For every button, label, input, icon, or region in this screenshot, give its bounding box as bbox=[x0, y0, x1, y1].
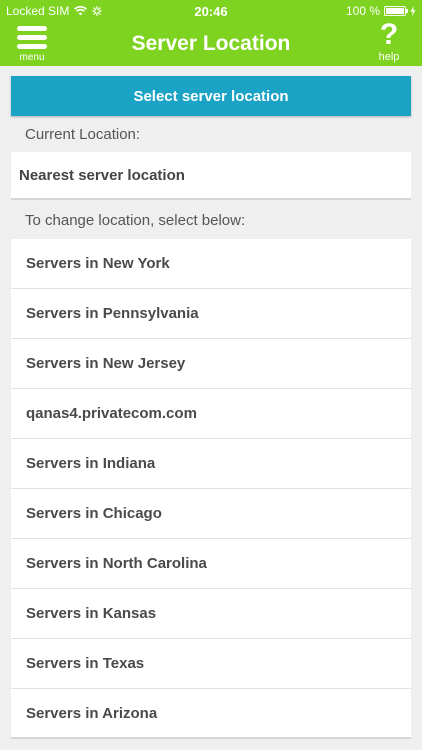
question-mark-icon: ? bbox=[379, 18, 399, 51]
server-item-kansas[interactable]: Servers in Kansas bbox=[11, 589, 411, 639]
server-item-north-carolina[interactable]: Servers in North Carolina bbox=[11, 539, 411, 589]
server-list: Servers in New York Servers in Pennsylva… bbox=[11, 239, 411, 739]
status-right: 100 % bbox=[346, 4, 416, 18]
battery-icon bbox=[384, 6, 408, 16]
battery-percent: 100 % bbox=[345, 4, 380, 18]
select-server-location-button[interactable]: Select server location bbox=[11, 76, 411, 116]
current-location-heading: Current Location: bbox=[25, 126, 141, 143]
server-item-indiana[interactable]: Servers in Indiana bbox=[11, 439, 411, 489]
status-bar: Locked SIM 20:46 100 % bbox=[0, 0, 422, 22]
server-item-pennsylvania[interactable]: Servers in Pennsylvania bbox=[11, 289, 411, 339]
change-location-heading: To change location, select below: bbox=[25, 212, 246, 229]
current-location-value: Nearest server location bbox=[11, 152, 411, 200]
server-item-qanas4[interactable]: qanas4.privatecom.com bbox=[11, 389, 411, 439]
server-item-new-york[interactable]: Servers in New York bbox=[11, 239, 411, 289]
page-title: Server Location bbox=[131, 32, 291, 55]
help-label: help bbox=[378, 51, 400, 63]
nav-header: menu Server Location ? help bbox=[0, 20, 422, 66]
server-item-arizona[interactable]: Servers in Arizona bbox=[11, 689, 411, 739]
server-item-texas[interactable]: Servers in Texas bbox=[11, 639, 411, 689]
charging-bolt-icon bbox=[410, 6, 416, 16]
app-top-bar: Locked SIM 20:46 100 % menu Server Locat… bbox=[0, 0, 422, 66]
help-button[interactable]: ? help bbox=[374, 20, 404, 66]
server-item-new-jersey[interactable]: Servers in New Jersey bbox=[11, 339, 411, 389]
server-item-chicago[interactable]: Servers in Chicago bbox=[11, 489, 411, 539]
